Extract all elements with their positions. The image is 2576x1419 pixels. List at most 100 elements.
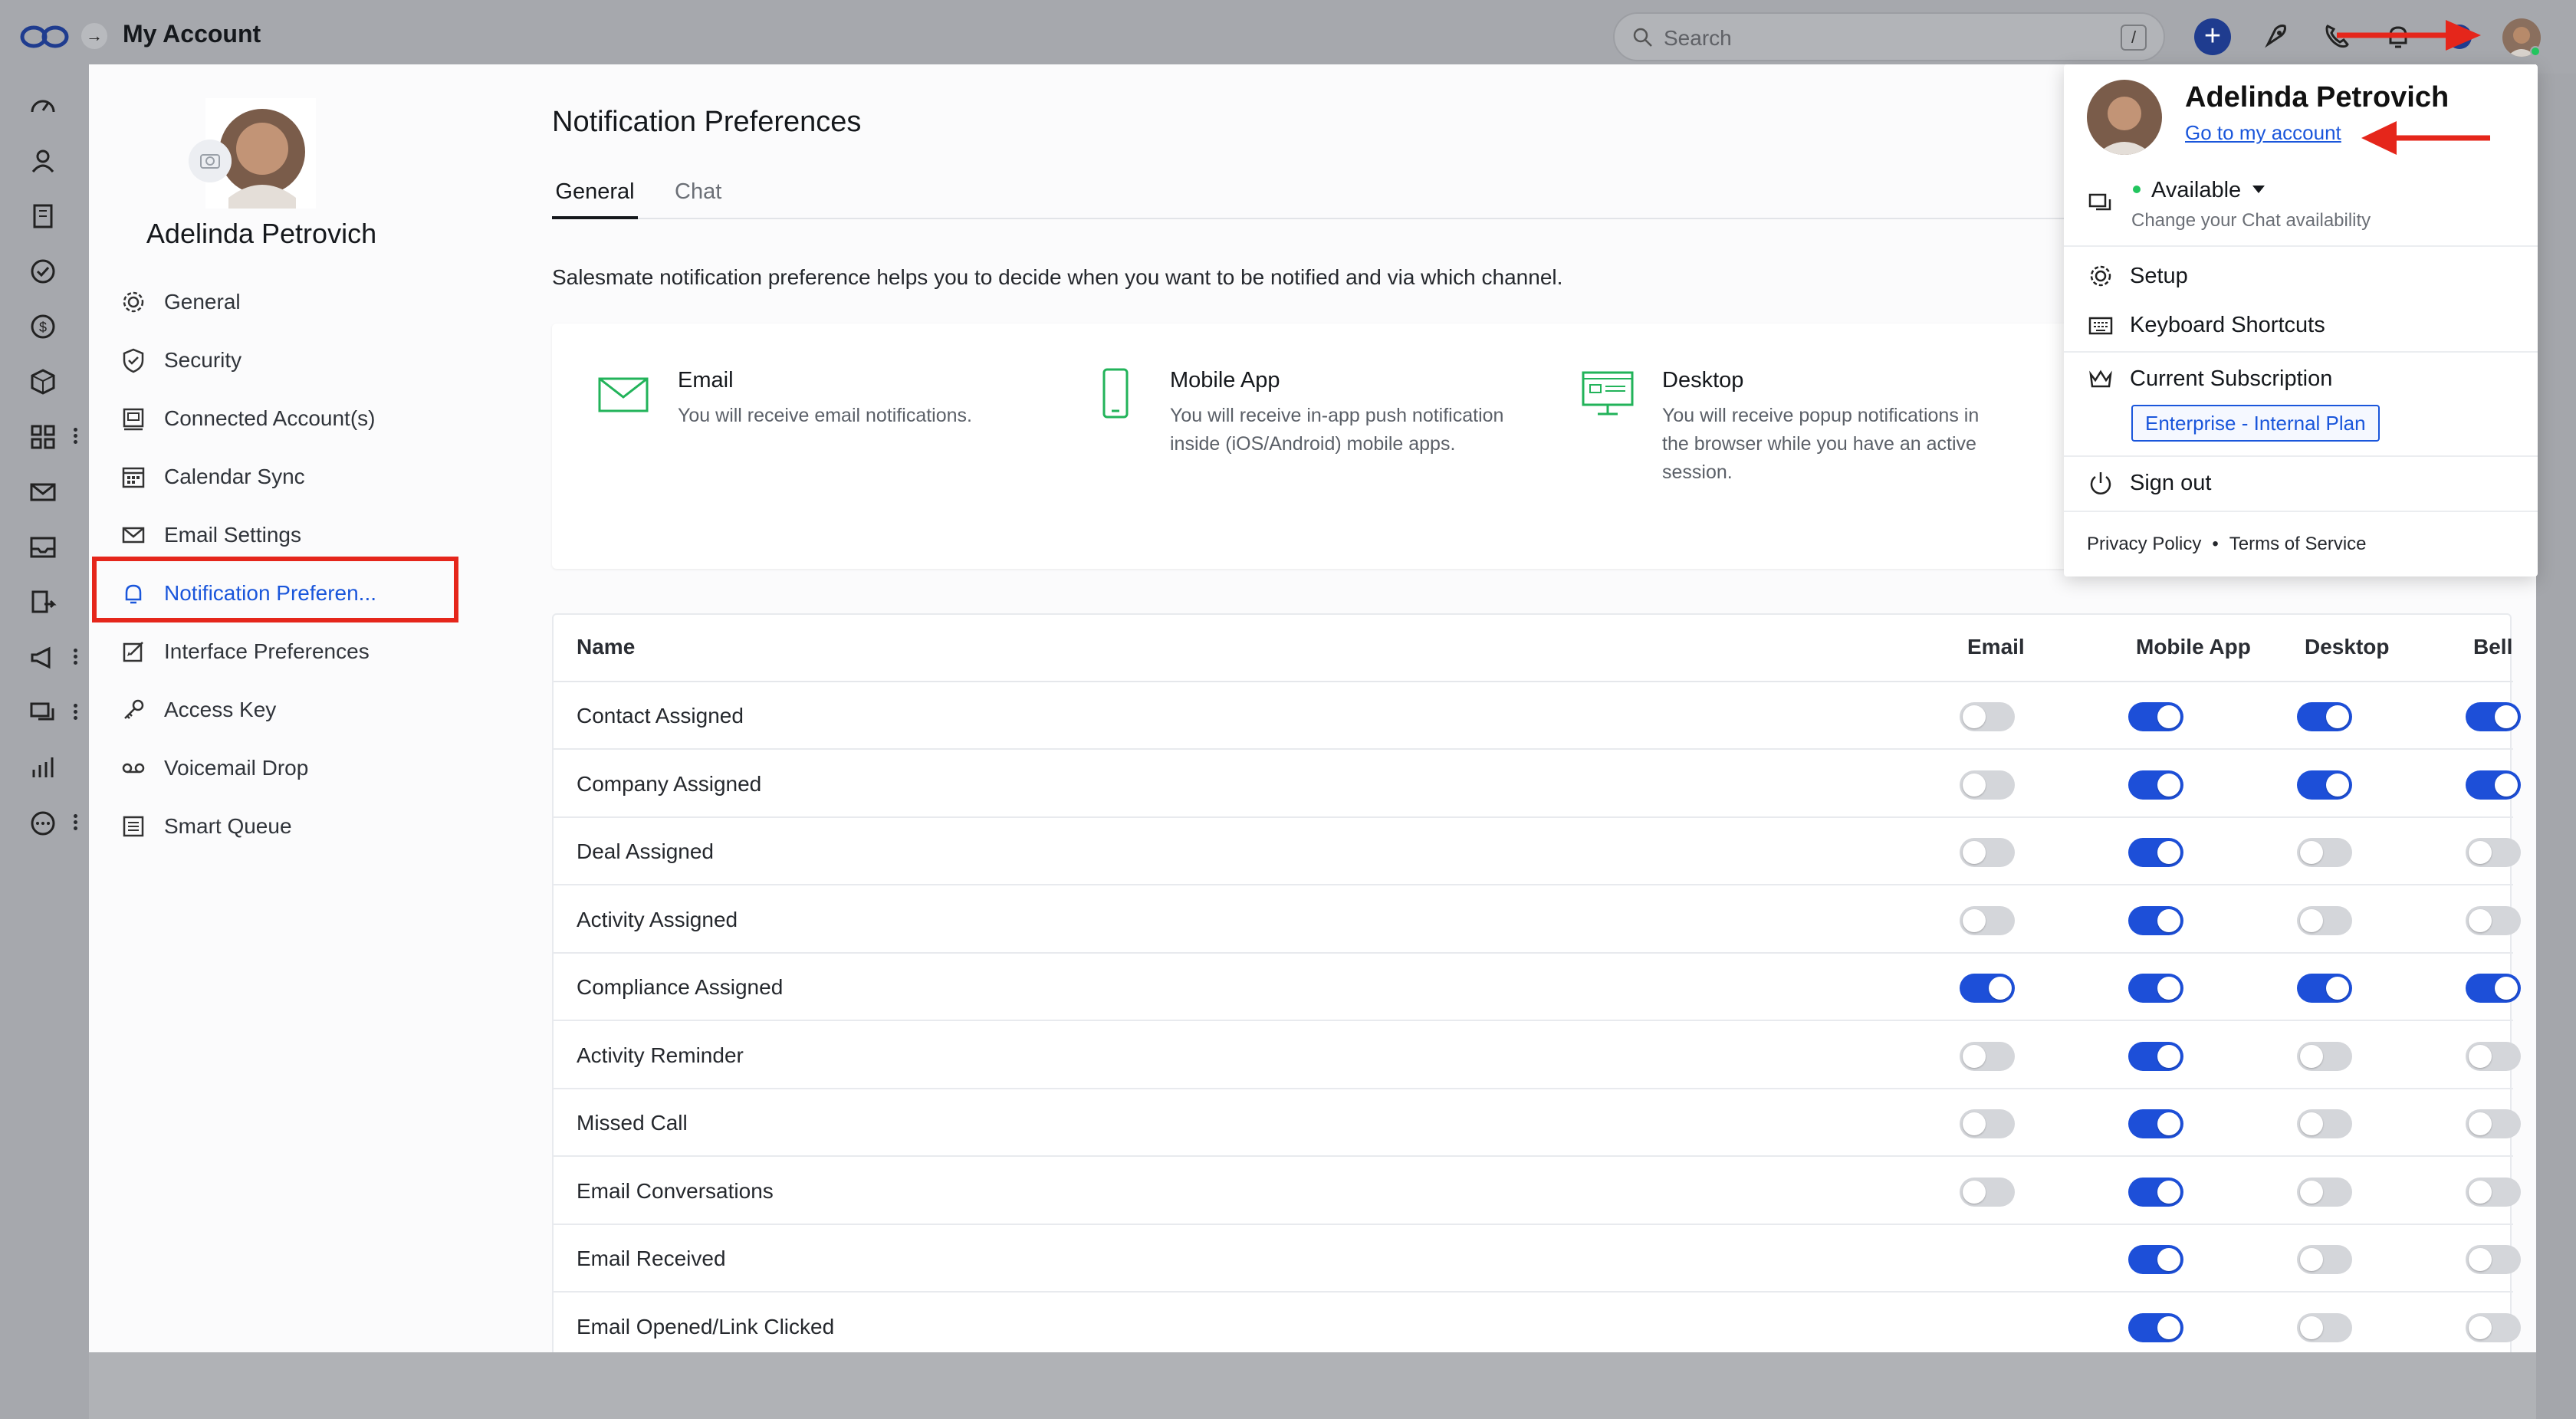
sidebar-item-voicemail-drop[interactable]: Voicemail Drop (120, 745, 442, 791)
bell-toggle[interactable] (2466, 1109, 2521, 1138)
sidebar-item-label: Email Settings (164, 523, 301, 547)
desktop-toggle[interactable] (2297, 905, 2352, 935)
desktop-toggle[interactable] (2297, 1245, 2352, 1274)
email-toggle[interactable] (1960, 974, 2015, 1003)
privacy-policy-link[interactable]: Privacy Policy (2087, 534, 2201, 554)
tab-chat[interactable]: Chat (675, 179, 721, 219)
go-to-my-account-link[interactable]: Go to my account (2185, 121, 2341, 145)
mobile-toggle[interactable] (2128, 905, 2183, 935)
chevron-down-icon[interactable] (2252, 186, 2265, 193)
dashboard-icon[interactable] (28, 90, 58, 121)
automation-icon[interactable] (28, 587, 58, 618)
mobile-toggle[interactable] (2128, 1245, 2183, 1274)
tab-general[interactable]: General (552, 179, 638, 219)
mobile-toggle[interactable] (2128, 1041, 2183, 1071)
desktop-toggle[interactable] (2297, 838, 2352, 867)
sidebar-item-email-settings[interactable]: Email Settings (120, 512, 442, 558)
bell-toggle[interactable] (2466, 1177, 2521, 1207)
channel-title: Desktop (1662, 368, 1744, 393)
keyboard-shortcuts-menu-item[interactable]: Keyboard Shortcuts (2087, 308, 2325, 342)
menu-item-label: Setup (2130, 263, 2188, 288)
camera-icon[interactable] (189, 140, 232, 182)
divider (2064, 245, 2538, 247)
sidebar-item-interface-preferences[interactable]: Interface Preferences (120, 629, 442, 675)
svg-text:$: $ (39, 320, 47, 335)
mobile-toggle[interactable] (2128, 838, 2183, 867)
sidebar-item-calendar-sync[interactable]: Calendar Sync (120, 454, 442, 500)
bell-toggle[interactable] (2466, 905, 2521, 935)
table-row: Activity Reminder (554, 1022, 2521, 1089)
inbox-icon[interactable] (28, 532, 58, 563)
profile-name: Adelinda Petrovich (146, 218, 377, 249)
activities-icon[interactable] (28, 256, 58, 287)
bell-toggle[interactable] (2466, 1245, 2521, 1274)
mobile-toggle[interactable] (2128, 1312, 2183, 1342)
mobile-toggle[interactable] (2128, 1177, 2183, 1207)
email-toggle[interactable] (1960, 702, 2015, 731)
email-toggle[interactable] (1960, 1109, 2015, 1138)
row-name: Contact Assigned (577, 704, 744, 728)
sidebar-item-security[interactable]: Security (120, 337, 442, 383)
settings-sidebar: Adelinda Petrovich General Security Conn… (89, 64, 465, 1352)
bell-toggle[interactable] (2466, 1041, 2521, 1071)
contacts-icon[interactable] (28, 146, 58, 176)
bell-toggle[interactable] (2466, 702, 2521, 731)
apps-icon[interactable] (28, 422, 58, 452)
sidebar-item-connected-accounts[interactable]: Connected Account(s) (120, 396, 442, 442)
apps-more-icon[interactable] (72, 426, 78, 448)
column-header-bell: Bell (2473, 635, 2513, 659)
mobile-toggle[interactable] (2128, 770, 2183, 800)
campaigns-icon[interactable] (28, 642, 58, 673)
sidebar-item-general[interactable]: General (120, 279, 442, 325)
desktop-toggle[interactable] (2297, 1312, 2352, 1342)
mobile-toggle[interactable] (2128, 702, 2183, 731)
deals-icon[interactable]: $ (28, 311, 58, 342)
add-button[interactable]: + (2194, 18, 2231, 55)
desktop-toggle[interactable] (2297, 702, 2352, 731)
search-icon (1633, 28, 1652, 47)
chat-more-icon[interactable] (72, 702, 78, 724)
search-input[interactable] (1664, 23, 2093, 54)
companies-icon[interactable] (28, 201, 58, 232)
sidebar-item-access-key[interactable]: Access Key (120, 687, 442, 733)
plan-badge[interactable]: Enterprise - Internal Plan (2131, 405, 2380, 442)
bell-toggle[interactable] (2466, 1312, 2521, 1342)
table-header: Name Email Mobile App Desktop Bell (554, 615, 2513, 682)
bell-toggle[interactable] (2466, 770, 2521, 800)
desktop-toggle[interactable] (2297, 1041, 2352, 1071)
more-menu-icon[interactable] (72, 813, 78, 834)
bell-toggle[interactable] (2466, 838, 2521, 867)
search-bar[interactable]: / (1613, 12, 2165, 61)
column-header-mobile-app: Mobile App (2136, 635, 2251, 659)
mobile-toggle[interactable] (2128, 974, 2183, 1003)
dropdown-avatar (2087, 80, 2162, 155)
email-toggle[interactable] (1960, 770, 2015, 800)
bell-toggle[interactable] (2466, 974, 2521, 1003)
email-toggle[interactable] (1960, 838, 2015, 867)
more-icon[interactable] (28, 808, 58, 839)
connected-accounts-icon (123, 408, 144, 431)
desktop-toggle[interactable] (2297, 1177, 2352, 1207)
campaigns-more-icon[interactable] (72, 647, 78, 668)
desktop-toggle[interactable] (2297, 974, 2352, 1003)
email-toggle[interactable] (1960, 1177, 2015, 1207)
mobile-toggle[interactable] (2128, 1109, 2183, 1138)
table-row: Email Opened/Link Clicked (554, 1293, 2521, 1361)
salesmate-logo[interactable] (20, 23, 69, 51)
chat-icon[interactable] (28, 698, 58, 728)
email-icon[interactable] (28, 477, 58, 507)
desktop-toggle[interactable] (2297, 770, 2352, 800)
setup-menu-item[interactable]: Setup (2087, 259, 2188, 293)
rocket-icon[interactable] (2257, 18, 2294, 55)
email-toggle[interactable] (1960, 1041, 2015, 1071)
email-toggle[interactable] (1960, 905, 2015, 935)
reports-icon[interactable] (28, 753, 58, 783)
terms-of-service-link[interactable]: Terms of Service (2229, 534, 2367, 554)
availability-status[interactable]: Available (2151, 178, 2241, 203)
sign-out-menu-item[interactable]: Sign out (2087, 466, 2211, 500)
expand-nav-button[interactable]: → (81, 23, 107, 49)
sidebar-item-smart-queue[interactable]: Smart Queue (120, 803, 442, 849)
channel-description: You will receive popup notifications in … (1662, 405, 1980, 483)
desktop-toggle[interactable] (2297, 1109, 2352, 1138)
products-icon[interactable] (28, 366, 58, 397)
